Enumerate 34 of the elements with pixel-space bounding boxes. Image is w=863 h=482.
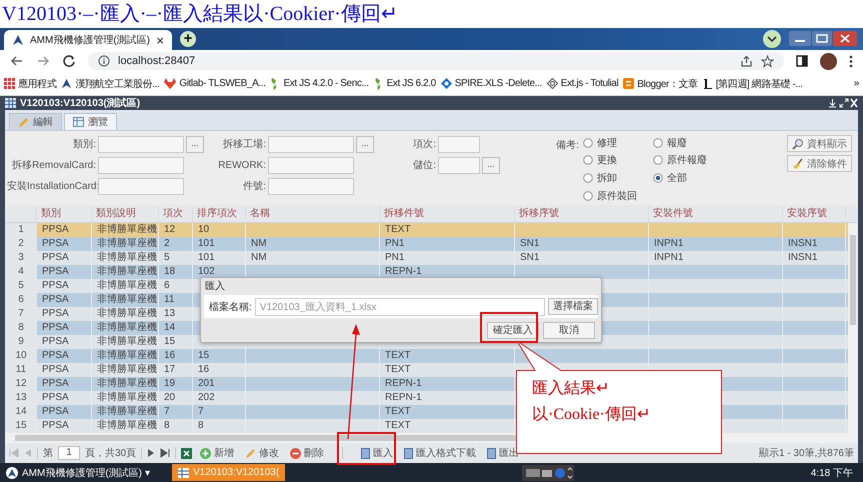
row-number: 11: [5, 363, 37, 377]
dialog-title: 匯入: [204, 280, 226, 294]
window-title: V120103:V120103(測試區): [20, 96, 140, 110]
row-number: 7: [5, 307, 37, 321]
field-label: REWORK:: [217, 160, 266, 170]
field-label: 安裝InstallationCard:: [7, 180, 96, 193]
document-heading: V120103·–·匯入·–·匯入結果以·Cookier·傳回↵: [1, 2, 399, 27]
row-number: 10: [5, 349, 37, 363]
field-label: 件號:: [242, 180, 266, 193]
tab-title: AMM飛機修護管理(測試區): [30, 34, 150, 47]
row-number: 14: [5, 405, 37, 419]
row-number: 9: [5, 335, 37, 349]
address-text: localhost:28407: [118, 55, 196, 67]
field-label: 備考:: [556, 138, 579, 153]
row-number: 4: [5, 265, 37, 279]
field-label: 項次:: [412, 138, 436, 151]
row-number: 6: [5, 293, 37, 307]
row-number: 13: [5, 391, 37, 405]
row-number: 2: [5, 237, 37, 251]
field-label: 拆移工場:: [222, 138, 266, 151]
row-number: 12: [5, 377, 37, 391]
row-number: 5: [5, 279, 37, 293]
page-count: 頁，共30頁: [85, 446, 136, 460]
field-label: 儲位:: [412, 158, 436, 172]
field-label: 類別:: [72, 138, 96, 151]
clock: 4:18 下午: [810, 466, 853, 480]
field-label: 拆移RemovalCard:: [11, 158, 96, 172]
field-label: 檔案名稱:: [209, 300, 252, 314]
row-number: 15: [5, 419, 37, 433]
record-summary: 顯示1 - 30筆,共876筆: [758, 446, 854, 460]
row-number: 8: [5, 321, 37, 335]
row-number: 3: [5, 251, 37, 265]
page-label: 第: [43, 447, 53, 460]
row-number: 1: [5, 223, 37, 237]
